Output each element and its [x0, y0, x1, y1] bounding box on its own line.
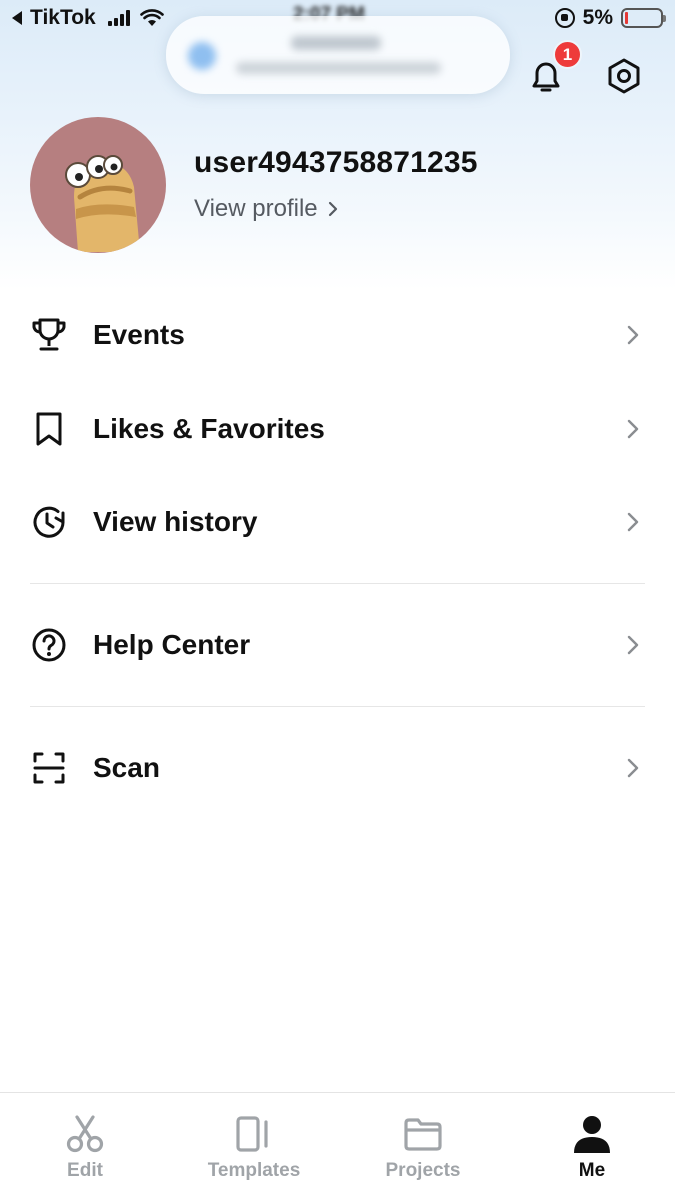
- chevron-right-icon: [328, 201, 337, 217]
- username: user4943758871235: [194, 146, 478, 179]
- back-app-label: TikTok: [30, 6, 96, 29]
- back-to-app[interactable]: TikTok: [12, 6, 164, 30]
- hexagon-settings-icon: [608, 58, 640, 94]
- settings-button[interactable]: [605, 57, 643, 95]
- notification-banner[interactable]: [166, 16, 510, 94]
- notification-subtitle: [236, 62, 441, 74]
- chevron-right-icon: [627, 512, 639, 532]
- person-icon: [571, 1113, 613, 1155]
- tab-label: Projects: [385, 1160, 461, 1181]
- battery-percent: 5%: [582, 6, 613, 29]
- notification-title: [291, 36, 381, 50]
- tab-label: Me: [578, 1160, 606, 1181]
- bookmark-icon: [30, 410, 68, 448]
- menu-item-label: View history: [93, 506, 258, 537]
- notification-app-icon: [188, 42, 216, 70]
- menu-item-label: Help Center: [93, 629, 251, 660]
- bottom-nav: Edit Templates Projects Me: [0, 1092, 675, 1200]
- avatar-character-image: [65, 155, 140, 252]
- menu-item-likes-favorites[interactable]: Likes & Favorites: [0, 389, 675, 469]
- trophy-icon: [30, 316, 68, 354]
- history-icon: [30, 503, 68, 541]
- scissors-icon: [64, 1113, 106, 1155]
- menu-item-label: Likes & Favorites: [93, 413, 325, 444]
- menu-item-label: Scan: [93, 752, 160, 783]
- divider: [30, 583, 645, 584]
- rotation-lock-icon: [554, 8, 575, 28]
- chevron-right-icon: [627, 758, 639, 778]
- menu-item-scan[interactable]: Scan: [0, 728, 675, 808]
- menu-item-events[interactable]: Events: [0, 295, 675, 375]
- battery-icon: [621, 8, 666, 28]
- scan-icon: [30, 749, 68, 787]
- tab-projects[interactable]: Projects: [353, 1093, 493, 1200]
- templates-icon: [233, 1113, 275, 1155]
- tab-edit[interactable]: Edit: [15, 1093, 155, 1200]
- folder-icon: [402, 1113, 444, 1155]
- tab-templates[interactable]: Templates: [184, 1093, 324, 1200]
- wifi-icon: [139, 9, 164, 26]
- divider: [30, 706, 645, 707]
- help-icon: [30, 626, 68, 664]
- back-arrow-icon: [12, 11, 22, 25]
- notification-badge: 1: [553, 40, 582, 69]
- chevron-right-icon: [627, 419, 639, 439]
- tab-label: Templates: [207, 1160, 301, 1181]
- view-profile-label: View profile: [194, 195, 318, 222]
- menu-item-label: Events: [93, 319, 185, 350]
- tab-me[interactable]: Me: [522, 1093, 662, 1200]
- tab-label: Edit: [67, 1160, 103, 1181]
- signal-icon: [107, 10, 130, 26]
- menu-item-help-center[interactable]: Help Center: [0, 605, 675, 685]
- view-profile-link[interactable]: View profile: [194, 195, 338, 223]
- avatar[interactable]: [30, 117, 166, 253]
- chevron-right-icon: [627, 635, 639, 655]
- menu-item-view-history[interactable]: View history: [0, 482, 675, 562]
- chevron-right-icon: [627, 325, 639, 345]
- status-right: 5%: [554, 6, 666, 30]
